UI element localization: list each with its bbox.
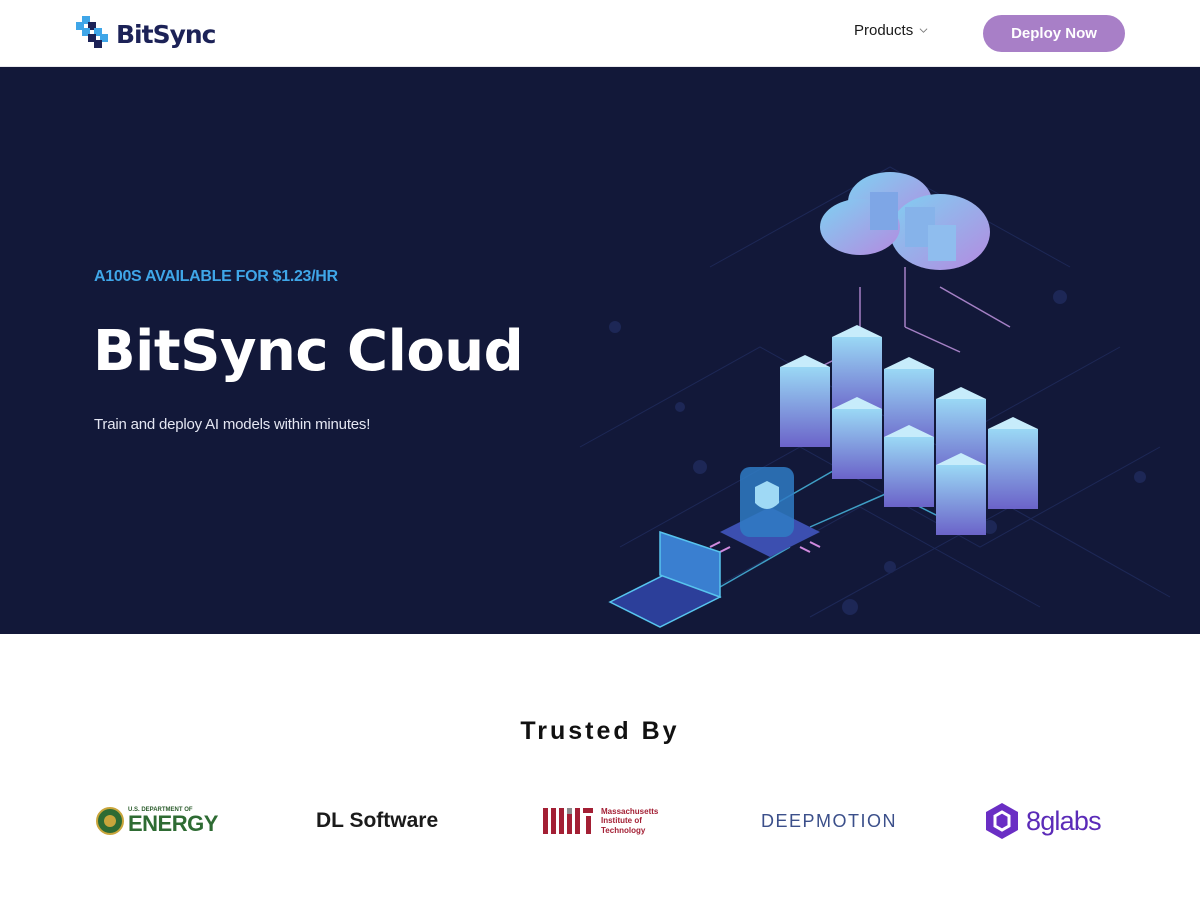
8glabs-hex-icon [986, 803, 1018, 839]
hero-section: A100S AVAILABLE FOR $1.23/HR BitSync Clo… [0, 67, 1200, 634]
8glabs-text: 8glabs [1026, 805, 1102, 836]
partner-logo-mit: Massachusetts Institute of Technology [543, 795, 671, 847]
brand-logo[interactable]: BitSync [76, 15, 216, 53]
nav-products-menu[interactable]: Products [854, 22, 928, 39]
mit-line-2: Institute of [601, 816, 642, 826]
trusted-by-heading: Trusted By [520, 717, 680, 745]
partner-logo-doe: U.S. DEPARTMENT OF ENERGY [96, 795, 218, 847]
brand-name: BitSync [116, 19, 216, 49]
nav-products-label: Products [854, 22, 914, 39]
bitsync-logo-icon [76, 16, 108, 48]
hero-eyebrow: A100S AVAILABLE FOR $1.23/HR [94, 268, 338, 285]
partner-logo-dl-software: DL Software [316, 809, 439, 832]
partner-logos: U.S. DEPARTMENT OF ENERGY DL Software Ma… [0, 795, 1200, 847]
hero-title: BitSync Cloud [93, 319, 524, 384]
doe-big-text: ENERGY [128, 811, 218, 836]
mit-mark-icon [543, 808, 593, 834]
partner-logo-8glabs: 8glabs [984, 795, 1102, 847]
site-header: BitSync Products Deploy Now [0, 0, 1200, 67]
doe-seal-icon [96, 807, 124, 835]
partner-logo-deepmotion: DEEPMOTION [761, 810, 898, 831]
cloud-servers-illustration [579, 166, 1171, 628]
hero-subtitle: Train and deploy AI models within minute… [94, 416, 371, 433]
mit-line-1: Massachusetts [601, 807, 659, 817]
mit-line-3: Technology [601, 825, 646, 835]
chevron-down-icon [919, 28, 928, 33]
deploy-now-button[interactable]: Deploy Now [983, 15, 1125, 52]
